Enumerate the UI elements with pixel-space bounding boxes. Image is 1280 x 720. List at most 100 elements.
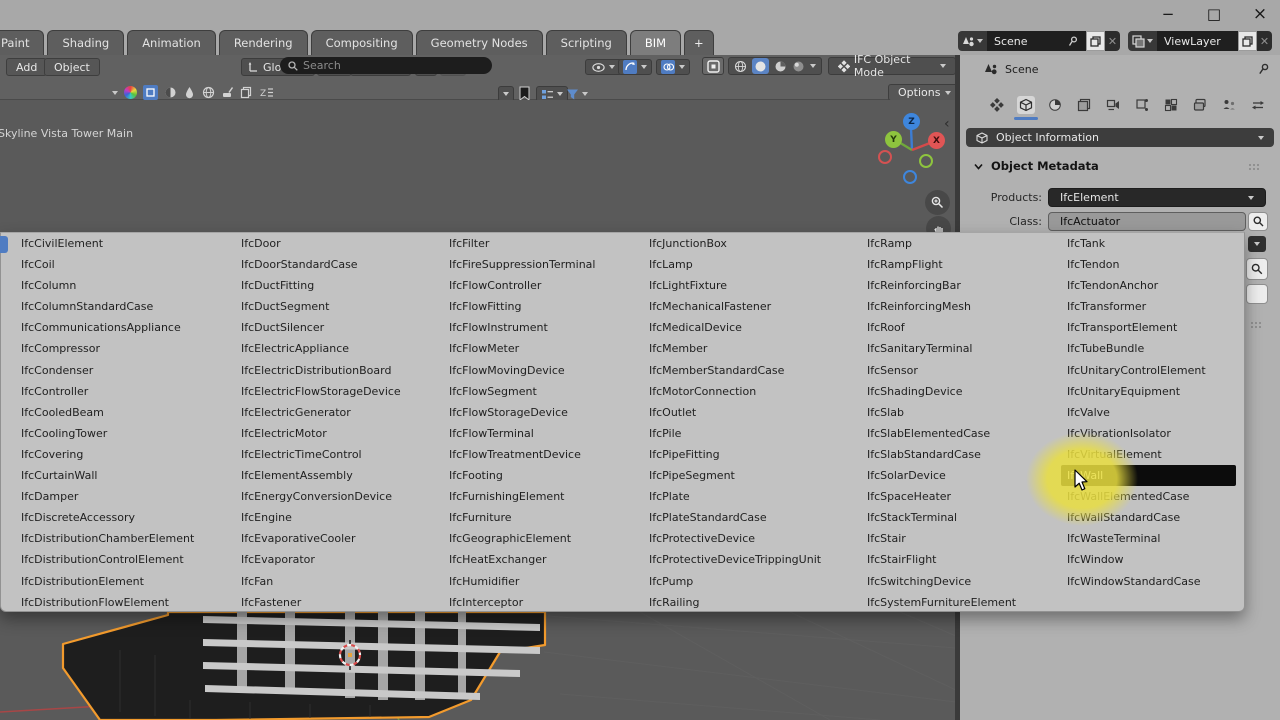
tab-physics-icon[interactable]: [1191, 96, 1209, 114]
dropdown-item-ifcwindow[interactable]: IfcWindow: [1067, 549, 1236, 570]
partial-search-button[interactable]: [1246, 258, 1268, 280]
solid-shading-toggle[interactable]: [752, 58, 769, 74]
dropdown-item-ifccolumn[interactable]: IfcColumn: [21, 275, 194, 296]
dropdown-item-ifcdistributionelement[interactable]: IfcDistributionElement: [21, 571, 194, 592]
dropdown-item-ifccolumnstandardcase[interactable]: IfcColumnStandardCase: [21, 296, 194, 317]
dropdown-item-ifcreinforcingbar[interactable]: IfcReinforcingBar: [867, 275, 1016, 296]
dropdown-item-ifcinterceptor[interactable]: IfcInterceptor: [449, 592, 595, 613]
dropdown-item-ifcvirtualelement[interactable]: IfcVirtualElement: [1067, 444, 1236, 465]
viewlayer-icon[interactable]: [1128, 31, 1157, 51]
class-search-field[interactable]: IfcActuator: [1048, 212, 1246, 231]
unlink-scene-icon[interactable]: ✕: [1105, 31, 1120, 51]
visibility-dropdown[interactable]: [585, 59, 622, 75]
dropdown-item-ifcdamper[interactable]: IfcDamper: [21, 486, 194, 507]
dropdown-item-ifcsystemfurnitureelement[interactable]: IfcSystemFurnitureElement: [867, 592, 1016, 613]
dropdown-item-ifcflowsegment[interactable]: IfcFlowSegment: [449, 381, 595, 402]
dropdown-item-ifcwasteterminal[interactable]: IfcWasteTerminal: [1067, 528, 1236, 549]
dropdown-item-ifcfurnishingelement[interactable]: IfcFurnishingElement: [449, 486, 595, 507]
gizmo-axis-x-neg[interactable]: [878, 150, 892, 164]
dropdown-item-ifchumidifier[interactable]: IfcHumidifier: [449, 571, 595, 592]
dropdown-item-ifccooledbeam[interactable]: IfcCooledBeam: [21, 402, 194, 423]
dropdown-item-ifcslabelementedcase[interactable]: IfcSlabElementedCase: [867, 423, 1016, 444]
dropdown-item-ifccompressor[interactable]: IfcCompressor: [21, 338, 194, 359]
object-menu-button[interactable]: Object: [44, 58, 100, 76]
dropdown-item-ifcdistributionflowelement[interactable]: IfcDistributionFlowElement: [21, 592, 194, 613]
class-search-button[interactable]: [1248, 212, 1268, 231]
dropdown-item-ifcflowinstrument[interactable]: IfcFlowInstrument: [449, 317, 595, 338]
object-metadata-header[interactable]: Object Metadata: [974, 159, 1099, 173]
panel-grip-icon[interactable]: [1248, 163, 1260, 171]
dropdown-item-ifcunitarycontrolelement[interactable]: IfcUnitaryControlElement: [1067, 360, 1236, 381]
dropdown-item-ifccoil[interactable]: IfcCoil: [21, 254, 194, 275]
tab-data-icon[interactable]: [1162, 96, 1180, 114]
dropdown-item-ifctendon[interactable]: IfcTendon: [1067, 254, 1236, 275]
partial-blank-button[interactable]: [1246, 284, 1268, 304]
dropdown-item-ifctransportelement[interactable]: IfcTransportElement: [1067, 317, 1236, 338]
dropdown-item-ifctransformer[interactable]: IfcTransformer: [1067, 296, 1236, 317]
dropdown-item-ifccoolingtower[interactable]: IfcCoolingTower: [21, 423, 194, 444]
scene-icon[interactable]: [958, 31, 987, 51]
dropdown-item-ifcengine[interactable]: IfcEngine: [241, 507, 401, 528]
workspace-tab-rendering[interactable]: Rendering: [219, 30, 308, 55]
search-field[interactable]: [280, 57, 492, 74]
tab-object-icon[interactable]: [1017, 96, 1035, 114]
dropdown-item-ifcrailing[interactable]: IfcRailing: [649, 592, 821, 613]
dropdown-item-ifcroof[interactable]: IfcRoof: [867, 317, 1016, 338]
workspace-tab-geometry-nodes[interactable]: Geometry Nodes: [416, 30, 543, 55]
scene-selector[interactable]: Scene ✕: [958, 31, 1120, 51]
gizmo-axis-y[interactable]: Y: [885, 131, 902, 148]
tab-constraints-icon[interactable]: [1133, 96, 1151, 114]
new-viewlayer-button[interactable]: [1238, 31, 1257, 51]
dropdown-item-ifcflowmovingdevice[interactable]: IfcFlowMovingDevice: [449, 360, 595, 381]
dropdown-item-ifctendonanchor[interactable]: IfcTendonAnchor: [1067, 275, 1236, 296]
brush-icon[interactable]: [221, 86, 234, 99]
sidebar-collapse-icon[interactable]: ‹: [944, 116, 950, 132]
dropdown-item-ifccommunicationsappliance[interactable]: IfcCommunicationsAppliance: [21, 317, 194, 338]
workspace-tab-animation[interactable]: Animation: [127, 30, 216, 55]
dropdown-item-ifcvalve[interactable]: IfcValve: [1067, 402, 1236, 423]
maximize-icon[interactable]: □: [1202, 4, 1226, 24]
minimize-icon[interactable]: −: [1156, 4, 1180, 24]
dropdown-item-ifcductsilencer[interactable]: IfcDuctSilencer: [241, 317, 401, 338]
dropdown-item-ifcmemberstandardcase[interactable]: IfcMemberStandardCase: [649, 360, 821, 381]
dropdown-item-ifcflowstoragedevice[interactable]: IfcFlowStorageDevice: [449, 402, 595, 423]
dropdown-item-ifcductsegment[interactable]: IfcDuctSegment: [241, 296, 401, 317]
dropdown-item-ifcpile[interactable]: IfcPile: [649, 423, 821, 444]
dropdown-item-ifcwallelementedcase[interactable]: IfcWallElementedCase: [1067, 486, 1236, 507]
gizmo-axis-x[interactable]: X: [928, 132, 945, 149]
dropdown-item-ifcslab[interactable]: IfcSlab: [867, 402, 1016, 423]
dropdown-item-ifcdoorstandardcase[interactable]: IfcDoorStandardCase: [241, 254, 401, 275]
dropdown-item-ifccovering[interactable]: IfcCovering: [21, 444, 194, 465]
tab-layers-icon[interactable]: [1075, 96, 1093, 114]
gizmos-dropdown[interactable]: [618, 59, 652, 75]
workspace-tab-bim[interactable]: BIM: [630, 30, 681, 55]
dropdown-item-ifcplatestandardcase[interactable]: IfcPlateStandardCase: [649, 507, 821, 528]
wireframe-shading-icon[interactable]: [734, 60, 747, 73]
tab-particles-icon[interactable]: [1220, 96, 1238, 114]
dropdown-item-ifcelectricgenerator[interactable]: IfcElectricGenerator: [241, 402, 401, 423]
dropdown-item-ifcenergyconversiondevice[interactable]: IfcEnergyConversionDevice: [241, 486, 401, 507]
dropdown-item-ifcsensor[interactable]: IfcSensor: [867, 360, 1016, 381]
globe-icon[interactable]: [202, 86, 215, 99]
dropdown-item-ifcmember[interactable]: IfcMember: [649, 338, 821, 359]
pin-icon[interactable]: [1068, 36, 1079, 47]
workspace-tab-compositing[interactable]: Compositing: [311, 30, 413, 55]
scene-name-field[interactable]: Scene: [987, 31, 1086, 51]
close-icon[interactable]: ×: [1248, 4, 1272, 24]
workspace-tab-paint[interactable]: Paint: [0, 30, 44, 55]
color-wheel-icon[interactable]: [124, 86, 137, 99]
dropdown-item-ifcfan[interactable]: IfcFan: [241, 571, 401, 592]
dropdown-item-ifcwindowstandardcase[interactable]: IfcWindowStandardCase: [1067, 571, 1236, 592]
dropdown-item-ifcflowtreatmentdevice[interactable]: IfcFlowTreatmentDevice: [449, 444, 595, 465]
dropdown-item-ifctank[interactable]: IfcTank: [1067, 233, 1236, 254]
tab-scene-icon[interactable]: [1104, 96, 1122, 114]
gizmo-axis-y-neg[interactable]: [919, 154, 933, 168]
dropdown-item-ifcdistributionchamberelement[interactable]: IfcDistributionChamberElement: [21, 528, 194, 549]
dropdown-scroll-indicator[interactable]: [0, 236, 8, 253]
dropdown-item-ifclightfixture[interactable]: IfcLightFixture: [649, 275, 821, 296]
tab-exchange-icon[interactable]: [1249, 96, 1267, 114]
dropdown-item-ifcshadingdevice[interactable]: IfcShadingDevice: [867, 381, 1016, 402]
dropdown-item-ifcelectrictimecontrol[interactable]: IfcElectricTimeControl: [241, 444, 401, 465]
dropdown-item-ifcelectricmotor[interactable]: IfcElectricMotor: [241, 423, 401, 444]
dropdown-item-ifcstairflight[interactable]: IfcStairFlight: [867, 549, 1016, 570]
